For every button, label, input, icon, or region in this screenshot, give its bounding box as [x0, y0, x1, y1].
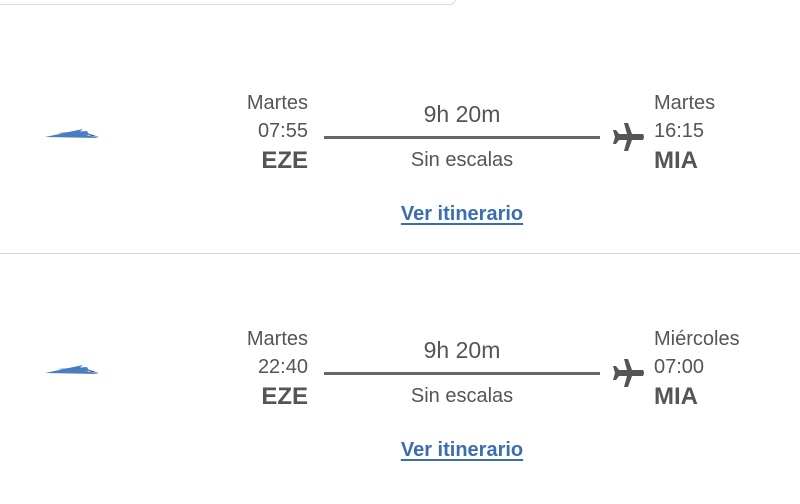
departure-day: Martes — [246, 328, 308, 350]
flight-results: Martes 07:55 EZE 9h 20m Sin escalas Mart… — [0, 0, 800, 504]
departure-airport: EZE — [261, 147, 308, 174]
view-itinerary-link[interactable]: Ver itinerario — [330, 200, 594, 228]
departure-day: Martes — [246, 92, 308, 114]
arrival-day: Miércoles — [654, 328, 740, 350]
airline-logo-icon — [45, 129, 99, 138]
airplane-icon — [613, 359, 644, 387]
departure-airport: EZE — [261, 383, 308, 410]
arrival-airport: MIA — [654, 383, 698, 410]
flight-card: Martes 07:55 EZE 9h 20m Sin escalas Mart… — [0, 18, 800, 254]
departure-info: Martes 07:55 EZE — [200, 90, 308, 176]
flight-duration: 9h 20m — [423, 337, 501, 363]
departure-info: Martes 22:40 EZE — [200, 326, 308, 412]
arrival-time: 16:15 — [654, 120, 705, 142]
stops-label: Sin escalas — [410, 149, 514, 171]
flight-duration: 9h 20m — [423, 101, 501, 127]
view-itinerary-link[interactable]: Ver itinerario — [330, 436, 594, 464]
route-line — [324, 136, 600, 139]
route-line — [324, 372, 600, 375]
departure-time: 07:55 — [257, 120, 308, 142]
arrival-info: Miércoles 07:00 MIA — [654, 326, 794, 412]
airline-logo-icon — [45, 365, 99, 374]
flight-card: Martes 22:40 EZE 9h 20m Sin escalas Miér… — [0, 254, 800, 490]
arrival-airport: MIA — [654, 147, 698, 174]
stops-label: Sin escalas — [410, 385, 514, 407]
arrival-info: Martes 16:15 MIA — [654, 90, 794, 176]
arrival-time: 07:00 — [654, 356, 705, 378]
departure-time: 22:40 — [257, 356, 308, 378]
airplane-icon — [613, 123, 644, 151]
arrival-day: Martes — [654, 92, 716, 114]
previous-panel-edge — [0, 0, 456, 5]
